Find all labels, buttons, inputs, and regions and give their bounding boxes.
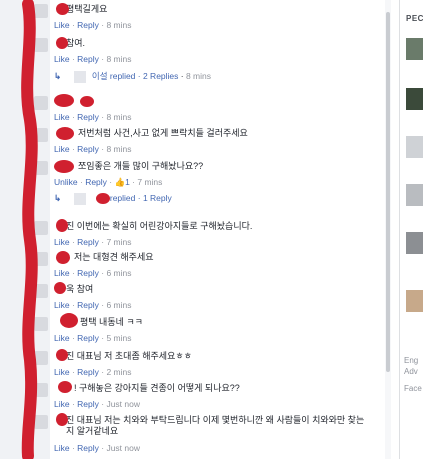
- reply-avatar: [73, 70, 86, 83]
- like-link[interactable]: Like: [54, 20, 70, 30]
- reply-link[interactable]: Reply: [77, 20, 99, 30]
- sidebar-thumbnail[interactable]: [406, 232, 423, 254]
- reply-arrow-icon: ↳: [54, 71, 62, 81]
- like-link[interactable]: Like: [54, 333, 70, 343]
- timestamp: 6 mins: [106, 300, 132, 310]
- right-sidebar: PEC Eng Adv Face: [399, 0, 423, 459]
- timestamp: 8 mins: [106, 144, 132, 154]
- comment-text: 진 이번에는 확실히 어린강아지들로 구해놨습니다.: [66, 221, 253, 231]
- redaction-dot: [56, 251, 70, 264]
- like-count[interactable]: 👍1: [114, 177, 129, 187]
- like-link[interactable]: Like: [54, 54, 70, 64]
- comment-meta: Like · Reply · 5 mins: [54, 333, 132, 343]
- reply-time: 8 mins: [185, 71, 212, 81]
- timestamp: 5 mins: [106, 333, 132, 343]
- timestamp: 7 mins: [137, 177, 163, 187]
- reply-link[interactable]: Reply: [77, 112, 99, 122]
- timestamp: Just now: [106, 399, 140, 409]
- comment-meta: Like · Reply · 2 mins: [54, 367, 132, 377]
- unlike-link[interactable]: Unlike: [54, 177, 78, 187]
- like-link[interactable]: Like: [54, 300, 70, 310]
- comment-meta: Like · Reply · 8 mins: [54, 20, 132, 30]
- like-link[interactable]: Like: [54, 367, 70, 377]
- comment-text: 욱 참여: [66, 284, 94, 294]
- sidebar-footer-link[interactable]: Face: [404, 384, 422, 393]
- redaction-dot: [54, 282, 66, 294]
- comment-thread-screenshot: 평택길게요 Like · Reply · 8 mins 참여. Like · R…: [0, 0, 423, 459]
- comment-meta: Like · Reply · 6 mins: [54, 300, 132, 310]
- sidebar-title: PEC: [406, 14, 423, 23]
- comment-meta: Unlike · Reply · 👍1 · 7 mins: [54, 177, 163, 187]
- reply-avatar: [73, 193, 86, 205]
- timestamp: 8 mins: [106, 54, 132, 64]
- redaction-dot: [54, 94, 74, 107]
- timestamp: 2 mins: [106, 367, 132, 377]
- reply-count[interactable]: replied · 2 Replies: [110, 71, 179, 81]
- comment-text: ! 구해놓은 강아지들 견종이 어떻게 되나요??: [74, 383, 240, 393]
- timestamp: 7 mins: [106, 237, 132, 247]
- comment-meta: Like · Reply · 7 mins: [54, 237, 132, 247]
- comment-text: 저는 대형견 해주세요: [74, 252, 154, 262]
- redaction-dot: [56, 413, 68, 426]
- sidebar-thumbnail[interactable]: [406, 38, 423, 60]
- scrollbar-thumb[interactable]: [386, 12, 390, 372]
- thumbs-up-icon: 👍: [114, 177, 126, 187]
- like-link[interactable]: Like: [54, 268, 70, 278]
- comment-meta: Like · Reply · 8 mins: [54, 144, 132, 154]
- redaction-dot: [56, 219, 68, 232]
- comment-meta: Like · Reply · 8 mins: [54, 54, 132, 64]
- timestamp: Just now: [106, 443, 140, 453]
- redaction-dot: [80, 96, 94, 107]
- reply-link[interactable]: Reply: [77, 443, 99, 453]
- sidebar-thumbnail[interactable]: [406, 136, 423, 158]
- reply-link[interactable]: Reply: [77, 237, 99, 247]
- reply-link[interactable]: Reply: [77, 268, 99, 278]
- comment-text: 진 대표님 저는 치와와 부탁드립니다 이제 몇번하니깐 왜 사람들이 치와와만…: [66, 415, 365, 436]
- comment-text: 진 대표님 저 초대좀 해주세요ㅎㅎ: [66, 351, 192, 361]
- replies-link[interactable]: ↳ replied · 1 Reply: [54, 193, 172, 205]
- reply-link[interactable]: Reply: [77, 333, 99, 343]
- reply-link[interactable]: Reply: [77, 367, 99, 377]
- sidebar-footer-link[interactable]: Adv: [404, 367, 418, 376]
- like-link[interactable]: Like: [54, 399, 70, 409]
- comment-meta: Like · Reply · 8 mins: [54, 112, 132, 122]
- reply-arrow-icon: ↳: [54, 193, 62, 204]
- reply-link[interactable]: Reply: [77, 144, 99, 154]
- like-link[interactable]: Like: [54, 237, 70, 247]
- reply-link[interactable]: Reply: [77, 54, 99, 64]
- reply-link[interactable]: Reply: [85, 177, 107, 187]
- comment-meta: Like · Reply · Just now: [54, 443, 140, 453]
- like-link[interactable]: Like: [54, 144, 70, 154]
- redaction-stroke: [21, 0, 38, 459]
- sidebar-footer-link[interactable]: Eng: [404, 356, 418, 365]
- sidebar-thumbnail[interactable]: [406, 290, 423, 312]
- comment-text: 참여.: [66, 38, 86, 48]
- comment-text: 평택 내동네 ㅋㅋ: [80, 317, 143, 327]
- reply-link[interactable]: Reply: [77, 399, 99, 409]
- redaction-dot: [96, 193, 110, 204]
- timestamp: 8 mins: [106, 20, 132, 30]
- redaction-dot: [58, 381, 72, 393]
- redaction-dot: [54, 160, 74, 173]
- comment-meta: Like · Reply · Just now: [54, 399, 140, 409]
- redaction-dot: [56, 3, 69, 15]
- timestamp: 6 mins: [106, 268, 132, 278]
- reply-link[interactable]: Reply: [77, 300, 99, 310]
- sidebar-thumbnail[interactable]: [406, 88, 423, 110]
- comment-meta: Like · Reply · 6 mins: [54, 268, 132, 278]
- comment-text: 평택길게요: [66, 4, 108, 14]
- like-link[interactable]: Like: [54, 443, 70, 453]
- like-link[interactable]: Like: [54, 112, 70, 122]
- reply-author[interactable]: 이설: [92, 71, 108, 81]
- redaction-dot: [56, 349, 68, 361]
- comment-text: 쪼임좋은 개들 많이 구해놨나요??: [78, 161, 204, 171]
- timestamp: 8 mins: [106, 112, 132, 122]
- replies-link[interactable]: ↳ 이설 replied · 2 Replies · 8 mins: [54, 70, 211, 83]
- redaction-dot: [56, 127, 74, 140]
- redaction-dot: [56, 37, 68, 49]
- sidebar-thumbnail[interactable]: [406, 184, 423, 206]
- comment-text: 저번처럼 사건,사고 없게 쁘락치들 걸러주세요: [78, 128, 248, 138]
- redaction-dot: [60, 313, 78, 328]
- reply-count[interactable]: replied · 1 Reply: [110, 193, 172, 203]
